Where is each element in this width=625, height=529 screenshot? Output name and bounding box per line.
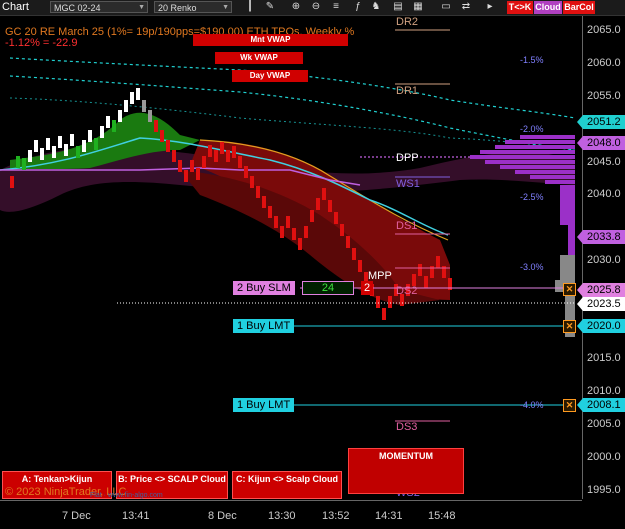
indicators-icon[interactable]: ƒ	[352, 1, 364, 13]
upper-band-1	[9, 57, 576, 119]
cancel-order-icon[interactable]: ✕	[563, 399, 576, 412]
price-tick: 2065.0	[587, 24, 621, 36]
price-tag-buy-lmt-2: 2008.1	[577, 398, 625, 412]
weekly-change: -1.12% = -22.9	[5, 37, 78, 49]
drawing-tool-icon[interactable]: ✎	[264, 1, 276, 13]
watermark-text: Flat · www.fin-algo.com	[90, 492, 163, 499]
price-tag-buy-slm: 2025.8	[577, 283, 625, 297]
properties-icon[interactable]: ≡	[330, 1, 342, 13]
price-tick: 1995.0	[587, 484, 621, 496]
price-tick: 2060.0	[587, 57, 621, 69]
buy-lmt-order-label-2[interactable]: 1 Buy LMT	[233, 398, 295, 412]
pct-label-4-0: -4.0%	[520, 400, 544, 410]
bar-type-value: 20 Renko	[158, 3, 197, 13]
pct-label-2-5: -2.5%	[520, 192, 544, 202]
sync-icon[interactable]: ⇄	[460, 1, 472, 13]
buy-slm-count[interactable]: 2	[361, 281, 374, 295]
buy-lmt-order-label-1[interactable]: 1 Buy LMT	[233, 319, 295, 333]
momentum-panel: MOMENTUM	[348, 448, 464, 494]
daily-vwap-label: Day VWAP	[232, 70, 308, 82]
price-tick: 2055.0	[587, 90, 621, 102]
weekly-vwap-label: Wk VWAP	[215, 52, 303, 64]
pivot-dr2: DR2	[396, 16, 419, 28]
instrument-select[interactable]: MGC 02-24 ▼	[50, 1, 148, 13]
price-tick: 2040.0	[587, 188, 621, 200]
time-tick: 13:30	[268, 510, 296, 522]
pct-label-2-0: -2.0%	[520, 124, 544, 134]
pivot-dr1: DR1	[396, 85, 419, 97]
zoom-out-icon[interactable]: ⊖	[310, 1, 322, 13]
pct-label-3-0: -3.0%	[520, 262, 544, 272]
alert-kijun-scalp-cloud[interactable]: C: Kijun <> Scalp Cloud	[232, 471, 342, 499]
price-tick: 2030.0	[587, 254, 621, 266]
instrument-value: MGC 02-24	[54, 3, 101, 13]
price-tick: 2005.0	[587, 418, 621, 430]
time-tick: 13:52	[322, 510, 350, 522]
time-tick: 13:41	[122, 510, 150, 522]
cloud-toggle-button[interactable]: Cloud	[534, 1, 562, 14]
price-tag-buy-lmt-1: 2020.0	[577, 319, 625, 333]
data-box-icon[interactable]: ▦	[412, 1, 424, 13]
zoom-in-icon[interactable]: ⊕	[290, 1, 302, 13]
price-tag-dpp: 2048.0	[577, 136, 625, 150]
pivot-dpp: DPP	[396, 152, 419, 164]
time-tick: 8 Dec	[208, 510, 237, 522]
tk-toggle-button[interactable]: T<>K	[507, 1, 533, 14]
pivot-ds1: DS1	[396, 220, 418, 232]
bar-type-select[interactable]: 20 Renko ▼	[154, 1, 232, 13]
buy-slm-quantity[interactable]: 24	[302, 281, 354, 295]
monthly-vwap-label: Mnt VWAP	[193, 34, 348, 46]
price-tick: 2000.0	[587, 451, 621, 463]
price-chart[interactable]	[0, 16, 582, 499]
cancel-order-icon[interactable]: ✕	[563, 320, 576, 333]
barcol-toggle-button[interactable]: BarCol	[563, 1, 595, 14]
price-tick: 2010.0	[587, 385, 621, 397]
window-icon[interactable]: ▭	[440, 1, 452, 13]
buy-slm-order-label[interactable]: 2 Buy SLM	[233, 281, 295, 295]
bar-style-icon[interactable]: ┃	[244, 1, 256, 13]
cancel-order-icon[interactable]: ✕	[563, 283, 576, 296]
price-tag-profile: 2033.8	[577, 230, 625, 244]
chevron-down-icon: ▼	[138, 4, 145, 11]
price-tick: 2045.0	[587, 156, 621, 168]
pct-label-1-5: -1.5%	[520, 55, 544, 65]
time-tick: 14:31	[375, 510, 403, 522]
settings-icon[interactable]: ▸	[484, 1, 496, 13]
templates-icon[interactable]: ▤	[392, 1, 404, 13]
pivot-ds2: DS2	[396, 285, 418, 297]
strategies-icon[interactable]: ♞	[370, 1, 382, 13]
pivot-ds3: DS3	[396, 421, 418, 433]
price-tick: 2015.0	[587, 352, 621, 364]
window-title: Chart	[2, 1, 29, 13]
chevron-down-icon: ▼	[222, 4, 229, 11]
price-tag-upper-band: 2051.2	[577, 115, 625, 129]
chart-toolbar: Chart MGC 02-24 ▼ 20 Renko ▼ ┃ ✎ ⊕ ⊖ ≡ ƒ…	[0, 0, 625, 16]
time-tick: 15:48	[428, 510, 456, 522]
price-tag-last: 2023.5	[577, 297, 625, 311]
pivot-ws1: WS1	[396, 178, 420, 190]
time-tick: 7 Dec	[62, 510, 91, 522]
